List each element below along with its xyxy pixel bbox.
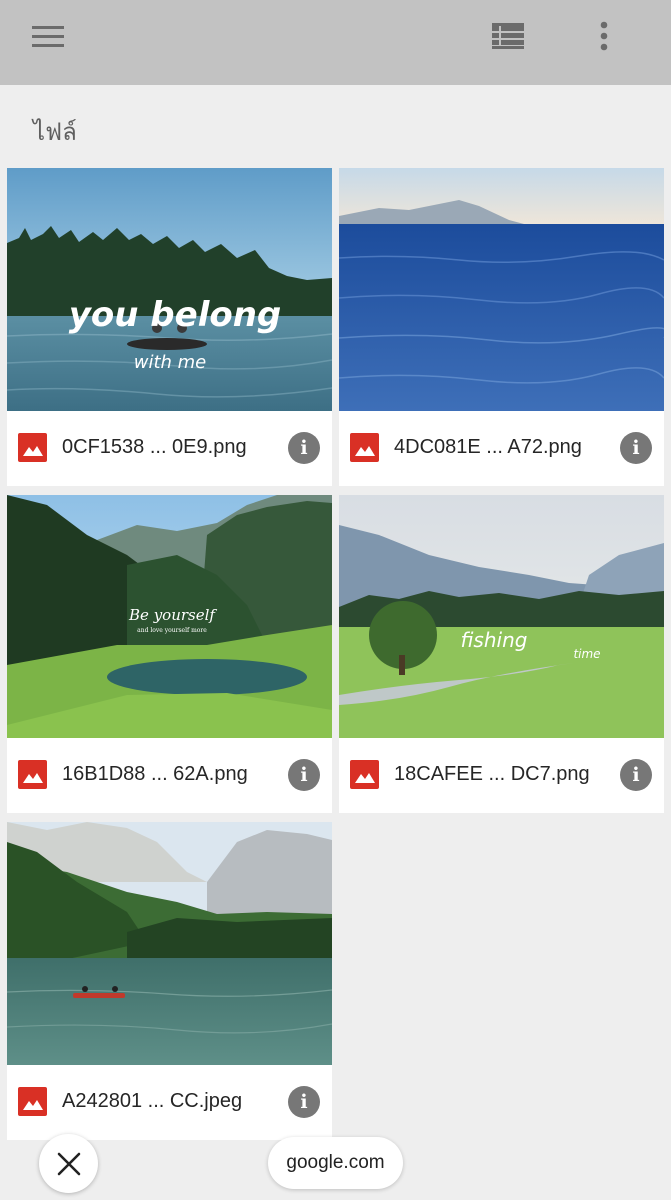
top-app-bar [0,0,671,85]
file-name: 0CF1538 ... 0E9.png [62,436,247,458]
hamburger-menu-icon [32,26,64,47]
info-icon: i [300,1091,308,1113]
info-button[interactable]: i [288,759,320,791]
info-icon: i [300,764,308,786]
file-card-footer: A242801 ... CC.jpeg i [7,1065,332,1140]
file-name: 16B1D88 ... 62A.png [62,763,248,785]
image-file-icon [18,760,47,789]
file-card[interactable]: you belong with me 0CF1538 ... 0E9.png i [7,168,332,486]
info-button[interactable]: i [620,759,652,791]
file-card[interactable]: 4DC081E ... A72.png i [339,168,664,486]
list-view-button[interactable] [482,12,534,60]
file-card[interactable]: fishing time 18CAFEE ... DC7.png i [339,495,664,813]
section-title: ไฟล์ [33,119,77,146]
file-thumbnail[interactable]: you belong with me [7,168,332,411]
image-overlay-text: you belong [69,295,282,335]
file-card[interactable]: A242801 ... CC.jpeg i [7,822,332,1140]
more-options-button[interactable] [580,12,628,60]
more-vert-icon [600,21,608,51]
menu-button[interactable] [20,12,76,60]
close-button[interactable] [39,1134,98,1193]
file-thumbnail[interactable] [7,822,332,1065]
image-overlay-text: Be yourself [128,606,217,624]
close-icon [57,1152,80,1175]
file-card-footer: 16B1D88 ... 62A.png i [7,738,332,813]
info-icon: i [632,437,640,459]
info-icon: i [632,764,640,786]
image-overlay-text: with me [134,352,207,373]
image-overlay-text: and love yourself more [137,627,207,634]
image-overlay-text: time [573,647,600,661]
file-name: 4DC081E ... A72.png [394,436,582,458]
file-thumbnail[interactable]: fishing time [339,495,664,738]
image-file-icon [18,433,47,462]
list-view-icon [492,23,524,49]
image-file-icon [18,1087,47,1116]
image-file-icon [350,760,379,789]
file-card-footer: 0CF1538 ... 0E9.png i [7,411,332,486]
url-chip[interactable]: google.com [268,1137,403,1189]
info-button[interactable]: i [620,432,652,464]
file-thumbnail[interactable] [339,168,664,411]
info-button[interactable]: i [288,432,320,464]
image-file-icon [350,433,379,462]
info-icon: i [300,437,308,459]
image-overlay-text: fishing [461,628,528,652]
file-thumbnail[interactable]: Be yourself and love yourself more [7,495,332,738]
file-card-footer: 4DC081E ... A72.png i [339,411,664,486]
file-name: 18CAFEE ... DC7.png [394,763,590,785]
info-button[interactable]: i [288,1086,320,1118]
file-name: A242801 ... CC.jpeg [62,1090,243,1112]
file-card[interactable]: Be yourself and love yourself more 16B1D… [7,495,332,813]
file-card-footer: 18CAFEE ... DC7.png i [339,738,664,813]
